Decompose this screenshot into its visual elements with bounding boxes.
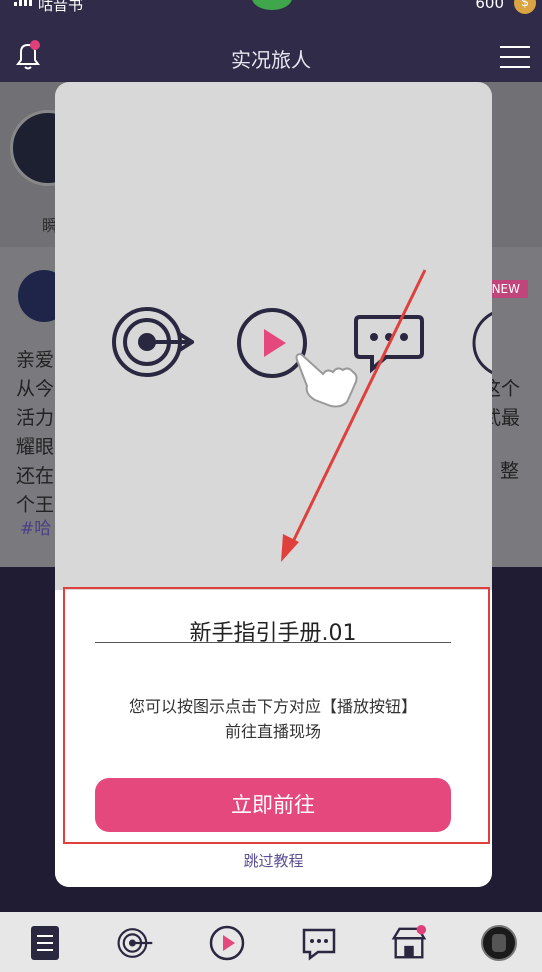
bottom-nav [0,912,542,972]
coin-icon: $ [514,0,536,14]
target-icon [112,307,194,377]
tutorial-icons-row [55,307,492,417]
avatar-icon[interactable] [480,924,518,962]
menu-icon[interactable] [500,46,530,68]
post-line: 还在 [16,465,55,487]
carrier-label: 咕音书 [38,0,84,14]
post-line: 活力 [16,407,55,429]
signal-icon [14,0,32,6]
coin-count: 600 [475,0,504,12]
guide-description-line: 前往直播现场 [224,722,321,741]
partial-icon [472,311,492,375]
hand-pointer-icon [295,352,358,408]
status-indicator [252,0,292,10]
play-icon[interactable] [208,924,246,962]
post-line: 耀眼 [16,436,55,458]
book-icon[interactable] [27,924,65,962]
post-text-left: 亲爱 从今 活力 耀眼 还在 个王 [16,346,54,520]
status-bar: 咕音书 600 $ [0,0,542,14]
shop-icon[interactable] [390,924,428,962]
tutorial-modal: 新手指引手册.01 您可以按图示点击下方对应【播放按钮】 前往直播现场 立即前往… [55,82,492,887]
post-text-right-2: 整 [500,460,520,482]
app-header: 实况旅人 [0,14,542,82]
post-tag: #哈 [20,519,52,539]
title-underline [95,642,451,643]
guide-description-line: 您可以按图示点击下方对应【播放按钮】 [128,697,417,716]
chat-icon[interactable] [300,924,338,962]
go-now-button[interactable]: 立即前往 [95,778,451,832]
post-line: 亲爱 [16,349,55,371]
post-line: 从今 [16,378,55,400]
target-icon[interactable] [116,924,154,962]
guide-description: 您可以按图示点击下方对应【播放按钮】 前往直播现场 [75,694,471,744]
skip-tutorial-link[interactable]: 跳过教程 [55,850,492,871]
page-title: 实况旅人 [231,48,311,72]
